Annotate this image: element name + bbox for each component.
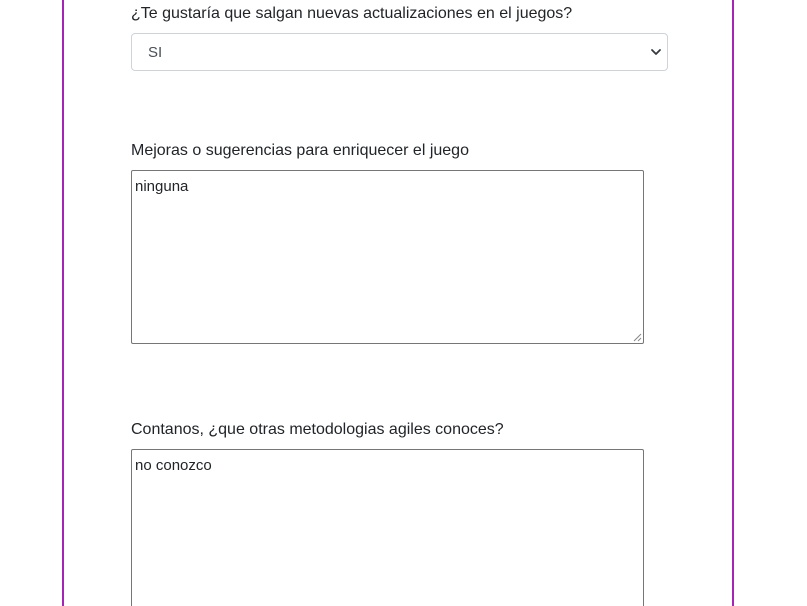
methodologies-textarea[interactable]: no conozco — [131, 449, 644, 606]
methodologies-question-label: Contanos, ¿que otras metodologias agiles… — [131, 421, 504, 438]
updates-select[interactable]: SI — [131, 33, 668, 71]
improvements-textarea[interactable]: ninguna — [131, 170, 644, 344]
methodologies-textarea-value: no conozco — [135, 457, 212, 474]
improvements-textarea-value: ninguna — [135, 178, 189, 195]
chevron-down-icon — [651, 49, 661, 55]
updates-select-value: SI — [148, 44, 163, 61]
survey-page: ¿Te gustaría que salgan nuevas actualiza… — [0, 0, 807, 606]
improvements-question-label: Mejoras o sugerencias para enriquecer el… — [131, 142, 469, 159]
resize-grip-icon[interactable] — [633, 333, 642, 342]
updates-question-label: ¿Te gustaría que salgan nuevas actualiza… — [131, 5, 573, 22]
